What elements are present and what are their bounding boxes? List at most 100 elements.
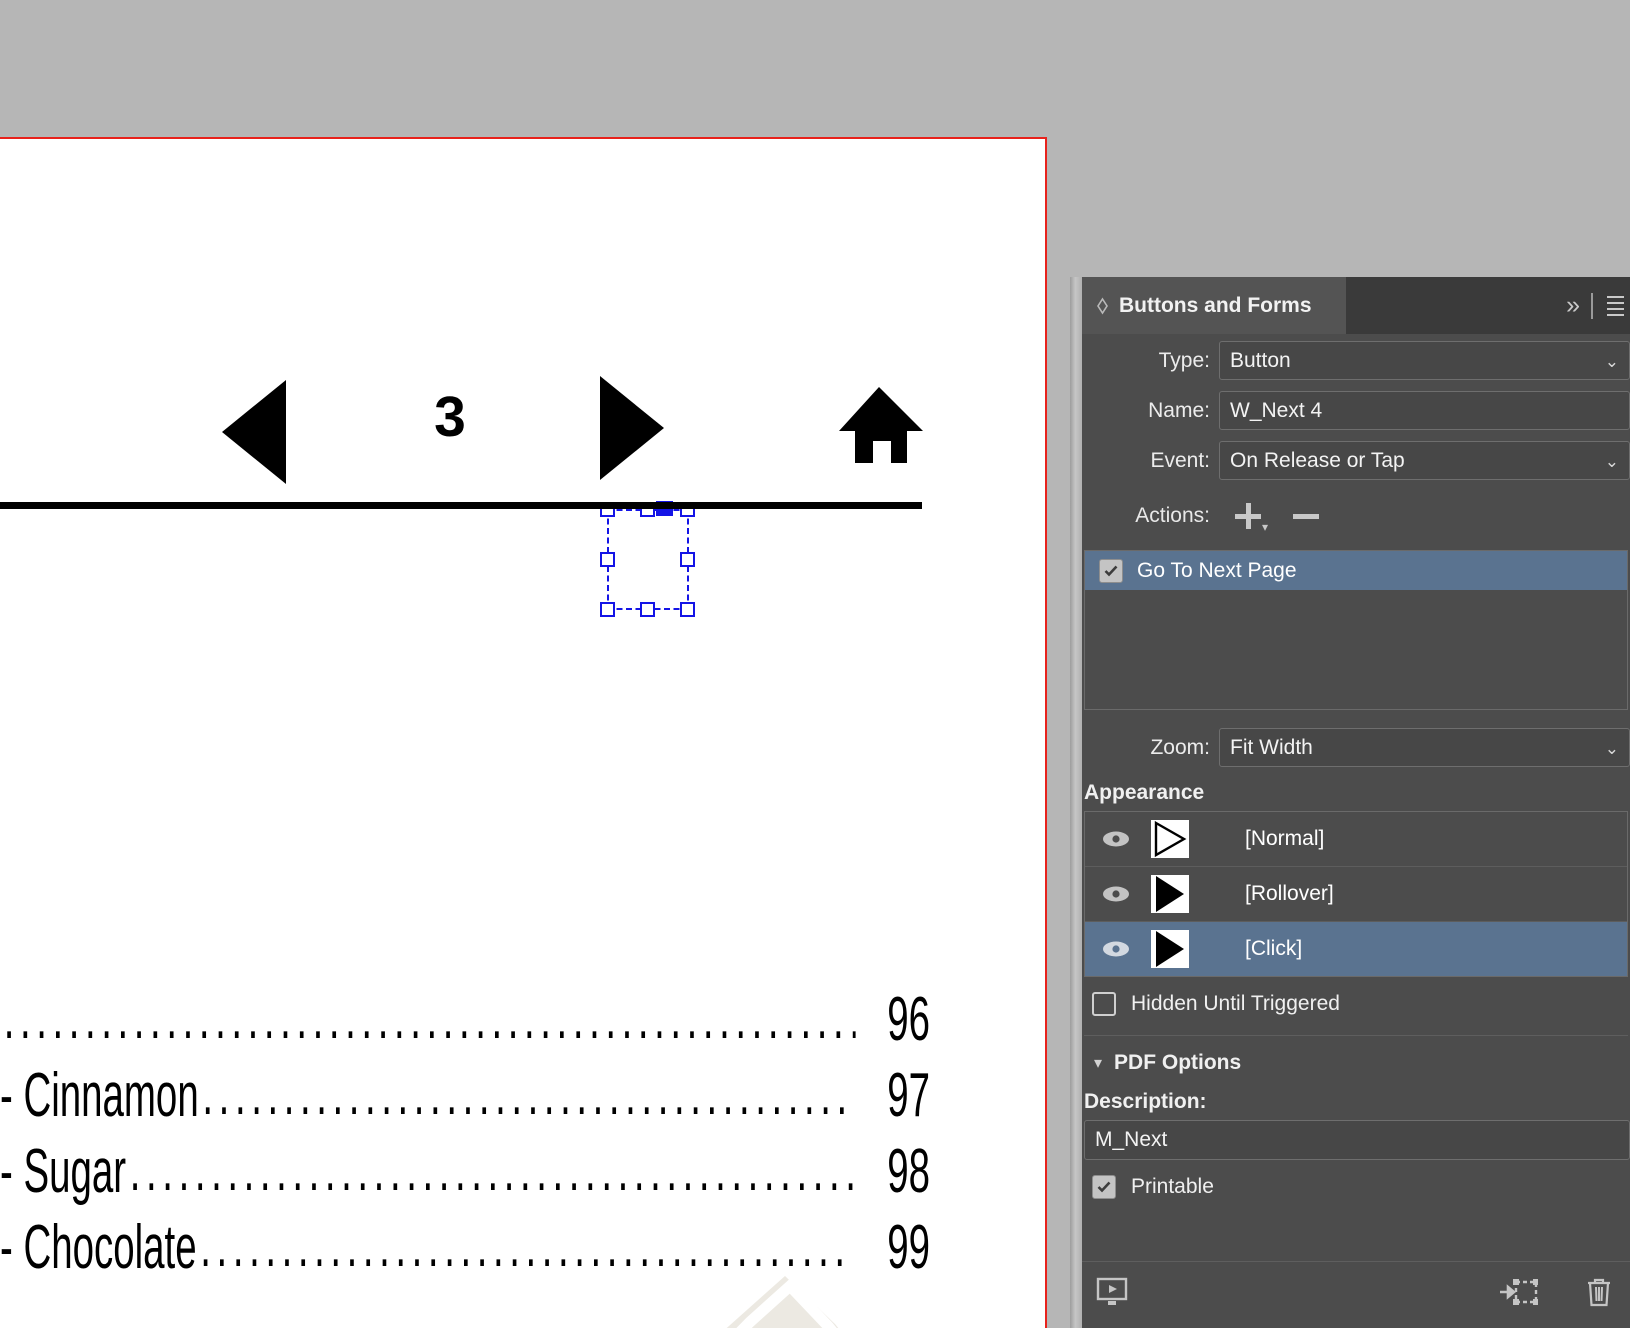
selection-handle-bottom-left[interactable] bbox=[600, 602, 615, 617]
tab-divider bbox=[1591, 292, 1593, 319]
action-item-go-to-next-page[interactable]: Go To Next Page bbox=[1085, 551, 1627, 590]
nav-home-button[interactable] bbox=[833, 379, 925, 476]
type-value: Button bbox=[1230, 348, 1291, 372]
appearance-heading: Appearance bbox=[1084, 781, 1205, 804]
panel-tab-controls: » bbox=[1566, 277, 1630, 334]
panel-tab-bar: Buttons and Forms » bbox=[1082, 277, 1630, 334]
printable-label: Printable bbox=[1131, 1175, 1214, 1198]
actions-list[interactable]: Go To Next Page bbox=[1084, 550, 1628, 710]
chevron-down-icon: ▾ bbox=[1094, 1055, 1103, 1072]
home-icon bbox=[839, 387, 923, 463]
selection-handle-bottom-center[interactable] bbox=[640, 602, 655, 617]
appearance-state-label: [Click] bbox=[1245, 937, 1303, 960]
pdf-options-disclosure[interactable]: ▾ PDF Options bbox=[1082, 1040, 1630, 1086]
buttons-and-forms-panel: Buttons and Forms » Type: Button ⌄ Name:… bbox=[1082, 277, 1630, 1328]
action-checkbox[interactable] bbox=[1099, 558, 1123, 583]
printable-checkbox[interactable] bbox=[1092, 1175, 1116, 1199]
toc-row[interactable]: - Cinnamon .............................… bbox=[0, 1059, 930, 1136]
event-label: Event: bbox=[1150, 448, 1210, 472]
event-field-row: Event: On Release or Tap ⌄ bbox=[1082, 437, 1630, 484]
page-navigation-strip: 3 bbox=[0, 371, 1045, 511]
page-number-label: 3 bbox=[434, 385, 466, 449]
selection-handle-middle-left[interactable] bbox=[600, 552, 615, 567]
double-chevron-right-icon[interactable]: » bbox=[1566, 293, 1580, 318]
nav-previous-button[interactable] bbox=[222, 380, 286, 484]
eye-icon[interactable] bbox=[1085, 884, 1147, 904]
event-value: On Release or Tap bbox=[1230, 448, 1405, 472]
toc-row[interactable]: - Chocolate ............................… bbox=[0, 1211, 930, 1288]
zoom-value: Fit Width bbox=[1230, 735, 1313, 759]
hidden-until-triggered-checkbox[interactable] bbox=[1092, 992, 1116, 1016]
panel-body: Type: Button ⌄ Name: W_Next 4 Event: On … bbox=[1082, 337, 1630, 1214]
appearance-row-rollover[interactable]: [Rollover] bbox=[1085, 867, 1627, 922]
panel-title: Buttons and Forms bbox=[1119, 293, 1312, 317]
selection-frame[interactable] bbox=[600, 501, 695, 617]
selection-handle-middle-right[interactable] bbox=[680, 552, 695, 567]
action-label: Go To Next Page bbox=[1137, 558, 1297, 582]
toc-row[interactable]: ........................................… bbox=[0, 983, 930, 1060]
description-label: Description: bbox=[1084, 1090, 1207, 1113]
toc-leader-dots: ........................................… bbox=[202, 1059, 856, 1128]
zoom-label: Zoom: bbox=[1150, 735, 1210, 759]
eye-icon[interactable] bbox=[1085, 939, 1147, 959]
toc-row[interactable]: - Sugar ................................… bbox=[0, 1135, 930, 1212]
actions-label: Actions: bbox=[1135, 504, 1210, 527]
minus-icon[interactable] bbox=[1291, 501, 1321, 531]
type-select[interactable]: Button ⌄ bbox=[1219, 341, 1630, 380]
table-of-contents: ........................................… bbox=[0, 983, 1000, 1288]
chevron-down-icon: ⌄ bbox=[1604, 352, 1619, 371]
convert-to-object-icon[interactable] bbox=[1500, 1277, 1539, 1313]
printable-row[interactable]: Printable bbox=[1082, 1160, 1630, 1214]
buttons-and-forms-panel-wrapper: Buttons and Forms » Type: Button ⌄ Name:… bbox=[1070, 277, 1630, 1328]
triangle-left-icon bbox=[222, 380, 286, 484]
pdf-options-heading: PDF Options bbox=[1114, 1051, 1242, 1074]
name-value: W_Next 4 bbox=[1230, 398, 1323, 422]
selection-handle-bottom-right[interactable] bbox=[680, 602, 695, 617]
hidden-until-triggered-row[interactable]: Hidden Until Triggered bbox=[1082, 977, 1630, 1031]
preview-monitor-icon[interactable] bbox=[1096, 1277, 1128, 1313]
name-label: Name: bbox=[1148, 398, 1210, 422]
panel-menu-icon[interactable] bbox=[1607, 295, 1624, 316]
nav-next-button[interactable] bbox=[600, 376, 664, 480]
chevron-down-icon: ⌄ bbox=[1604, 452, 1619, 471]
triangle-outline-icon bbox=[1151, 820, 1189, 858]
name-input[interactable]: W_Next 4 bbox=[1219, 391, 1630, 430]
toc-page-number: 98 bbox=[887, 1137, 930, 1206]
appearance-state-label: [Rollover] bbox=[1245, 882, 1334, 905]
description-value: M_Next bbox=[1095, 1128, 1168, 1151]
appearance-state-label: [Normal] bbox=[1245, 827, 1325, 850]
panel-footer-toolbar bbox=[1082, 1261, 1630, 1328]
chevron-down-icon: ⌄ bbox=[1604, 739, 1619, 758]
toc-page-number: 96 bbox=[887, 985, 930, 1054]
triangle-right-icon bbox=[600, 376, 664, 480]
toc-page-number: 99 bbox=[887, 1213, 930, 1282]
triangle-solid-icon bbox=[1151, 930, 1189, 968]
document-scrollbar[interactable] bbox=[1070, 277, 1082, 1328]
selection-bounding-box bbox=[607, 509, 689, 610]
actions-row: Actions: ▾ bbox=[1082, 490, 1630, 542]
hidden-until-triggered-label: Hidden Until Triggered bbox=[1131, 992, 1340, 1015]
zoom-field-row: Zoom: Fit Width ⌄ bbox=[1082, 724, 1630, 771]
document-page[interactable]: 3 ......................................… bbox=[0, 137, 1047, 1328]
toc-leader-dots: ........................................… bbox=[3, 983, 856, 1052]
diamond-dock-icon bbox=[1096, 297, 1109, 315]
app-root: 3 ......................................… bbox=[0, 0, 1630, 1328]
type-field-row: Type: Button ⌄ bbox=[1082, 337, 1630, 384]
appearance-row-normal[interactable]: [Normal] bbox=[1085, 812, 1627, 867]
zoom-select[interactable]: Fit Width ⌄ bbox=[1219, 728, 1630, 767]
tab-buttons-and-forms[interactable]: Buttons and Forms bbox=[1082, 277, 1346, 334]
appearance-row-click[interactable]: [Click] bbox=[1085, 922, 1627, 976]
plus-icon[interactable]: ▾ bbox=[1233, 501, 1268, 533]
toc-leader-dots: ........................................ bbox=[200, 1211, 851, 1280]
triangle-solid-icon bbox=[1151, 875, 1189, 913]
appearance-state-list: [Normal] [Rollover] [Click] bbox=[1084, 811, 1628, 977]
event-select[interactable]: On Release or Tap ⌄ bbox=[1219, 441, 1630, 480]
toc-entry-label: - Cinnamon bbox=[0, 1061, 199, 1130]
toc-page-number: 97 bbox=[887, 1061, 930, 1130]
name-field-row: Name: W_Next 4 bbox=[1082, 387, 1630, 434]
section-divider bbox=[1084, 1035, 1628, 1036]
description-input[interactable]: M_Next bbox=[1084, 1120, 1630, 1160]
eye-icon[interactable] bbox=[1085, 829, 1147, 849]
type-label: Type: bbox=[1158, 348, 1210, 372]
trash-icon[interactable] bbox=[1584, 1276, 1614, 1314]
